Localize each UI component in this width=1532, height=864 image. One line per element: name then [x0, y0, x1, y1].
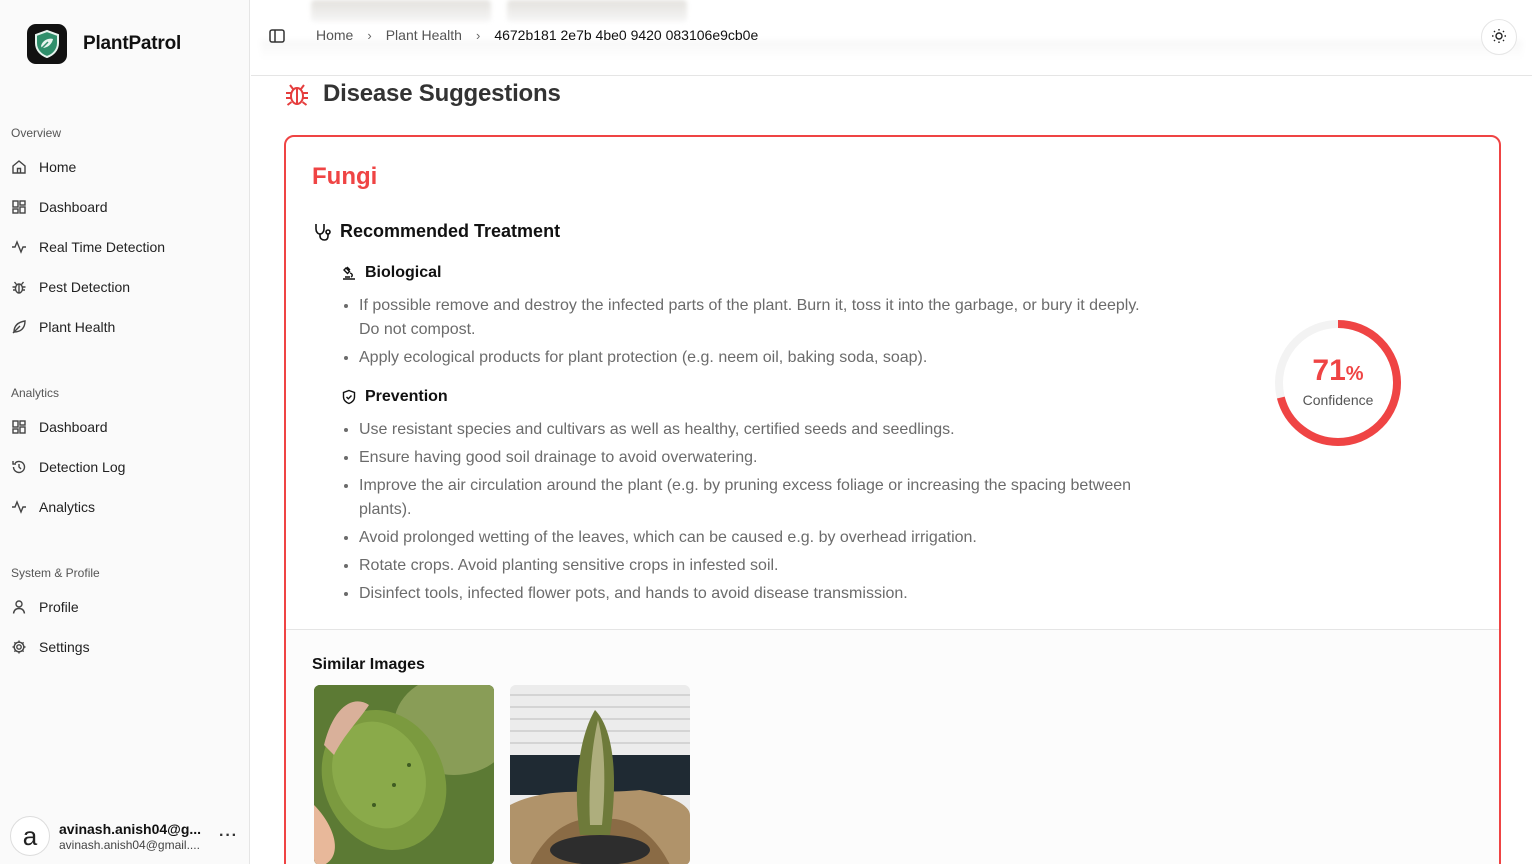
- sidebar-item-label: Profile: [39, 599, 79, 615]
- dashboard-icon: [10, 418, 28, 436]
- bug-icon: [283, 80, 311, 108]
- group-label-overview: Overview: [11, 126, 62, 140]
- breadcrumb-plant-health[interactable]: Plant Health: [386, 27, 462, 43]
- sidebar-item-label: Dashboard: [39, 419, 108, 435]
- group-label-system-profile: System & Profile: [11, 566, 100, 580]
- confidence-value: 71: [1312, 354, 1346, 387]
- prevention-title: Prevention: [365, 388, 448, 405]
- confidence-readout: 71% Confidence: [1272, 354, 1404, 409]
- sidebar-item-label: Detection Log: [39, 459, 126, 475]
- more-options-icon[interactable]: ···: [219, 827, 238, 845]
- disease-card: Fungi Recommended Treatment Biological I…: [284, 135, 1501, 864]
- breadcrumb-current: 4672b181 2e7b 4be0 9420 083106e9cb0e: [494, 27, 759, 43]
- sidebar-item-label: Analytics: [39, 499, 96, 515]
- breadcrumb: Home › Plant Health › 4672b181 2e7b 4be0…: [316, 27, 758, 43]
- list-item: If possible remove and destroy the infec…: [359, 294, 1159, 342]
- sidebar-item-home[interactable]: Home: [10, 151, 240, 183]
- similar-images-title: Similar Images: [312, 656, 425, 673]
- group-label-analytics: Analytics: [11, 386, 60, 400]
- treatment-heading: Recommended Treatment: [312, 221, 560, 242]
- leaf-icon: [10, 318, 28, 336]
- list-item: Rotate crops. Avoid planting sensitive c…: [359, 554, 1159, 578]
- confidence-label: Confidence: [1302, 392, 1374, 408]
- breadcrumb-home[interactable]: Home: [316, 27, 353, 43]
- sidebar-item-label: Real Time Detection: [39, 239, 166, 255]
- treatment-title: Recommended Treatment: [340, 221, 561, 241]
- list-item: Use resistant species and cultivars as w…: [359, 418, 1159, 442]
- similar-image-thumbnail[interactable]: [314, 685, 494, 864]
- activity-icon: [10, 238, 28, 256]
- stethoscope-icon: [312, 222, 332, 242]
- user-name: avinash.anish04@g...: [59, 820, 202, 837]
- sidebar-item-label: Dashboard: [39, 199, 108, 215]
- sidebar-item-detection-log[interactable]: Detection Log: [10, 451, 240, 483]
- page-title: Disease Suggestions: [323, 80, 561, 107]
- user-menu[interactable]: a avinash.anish04@g... avinash.anish04@g…: [10, 814, 240, 858]
- biological-list: If possible remove and destroy the infec…: [359, 294, 1159, 374]
- sidebar-item-plant-health[interactable]: Plant Health: [10, 311, 240, 343]
- biological-heading: Biological: [341, 264, 441, 282]
- list-item: Improve the air circulation around the p…: [359, 474, 1159, 522]
- chevron-right-icon: ›: [367, 27, 372, 43]
- scrolled-content-fade: [311, 0, 691, 22]
- sidebar-item-pest-detection[interactable]: Pest Detection: [10, 271, 240, 303]
- sidebar-item-label: Plant Health: [39, 319, 116, 335]
- shield-check-icon: [341, 389, 357, 405]
- activity-icon: [10, 498, 28, 516]
- confidence-unit: %: [1345, 363, 1364, 385]
- app-name: PlantPatrol: [83, 33, 182, 54]
- sidebar-item-label: Settings: [39, 639, 90, 655]
- disease-name: Fungi: [312, 163, 378, 190]
- list-item: Avoid prolonged wetting of the leaves, w…: [359, 526, 1159, 550]
- sun-icon: [1491, 28, 1507, 47]
- list-item: Ensure having good soil drainage to avoi…: [359, 446, 1159, 470]
- sidebar-item-analytics-dashboard[interactable]: Dashboard: [10, 411, 240, 443]
- theme-toggle-button[interactable]: [1481, 19, 1517, 55]
- gear-icon: [10, 638, 28, 656]
- similar-image-thumbnail[interactable]: [510, 685, 690, 864]
- user-info: avinash.anish04@g... avinash.anish04@gma…: [59, 821, 211, 852]
- user-email: avinash.anish04@gmail....: [59, 837, 200, 852]
- list-item: Apply ecological products for plant prot…: [359, 346, 1159, 370]
- sidebar-toggle-icon[interactable]: [268, 27, 286, 45]
- section-header: Disease Suggestions: [283, 80, 561, 108]
- brand[interactable]: PlantPatrol: [27, 24, 181, 64]
- history-icon: [10, 458, 28, 476]
- avatar: a: [10, 816, 50, 856]
- top-header: Home › Plant Health › 4672b181 2e7b 4be0…: [251, 0, 1532, 76]
- dashboard-icon: [10, 198, 28, 216]
- list-item: Disinfect tools, infected flower pots, a…: [359, 582, 1159, 606]
- shield-leaf-logo-icon: [27, 24, 67, 64]
- sidebar-item-label: Home: [39, 159, 77, 175]
- prevention-list: Use resistant species and cultivars as w…: [359, 418, 1159, 610]
- sidebar-item-dashboard[interactable]: Dashboard: [10, 191, 240, 223]
- sidebar-item-analytics[interactable]: Analytics: [10, 491, 240, 523]
- sidebar-item-settings[interactable]: Settings: [10, 631, 240, 663]
- sidebar-item-profile[interactable]: Profile: [10, 591, 240, 623]
- biological-title: Biological: [365, 264, 442, 281]
- bug-icon: [10, 278, 28, 296]
- sidebar-item-label: Pest Detection: [39, 279, 131, 295]
- sidebar-item-real-time-detection[interactable]: Real Time Detection: [10, 231, 240, 263]
- home-icon: [10, 158, 28, 176]
- microscope-icon: [341, 265, 357, 281]
- user-icon: [10, 598, 28, 616]
- sidebar: PlantPatrol Overview Home Dashboard Real…: [0, 0, 250, 864]
- chevron-right-icon: ›: [475, 27, 481, 43]
- prevention-heading: Prevention: [341, 388, 448, 406]
